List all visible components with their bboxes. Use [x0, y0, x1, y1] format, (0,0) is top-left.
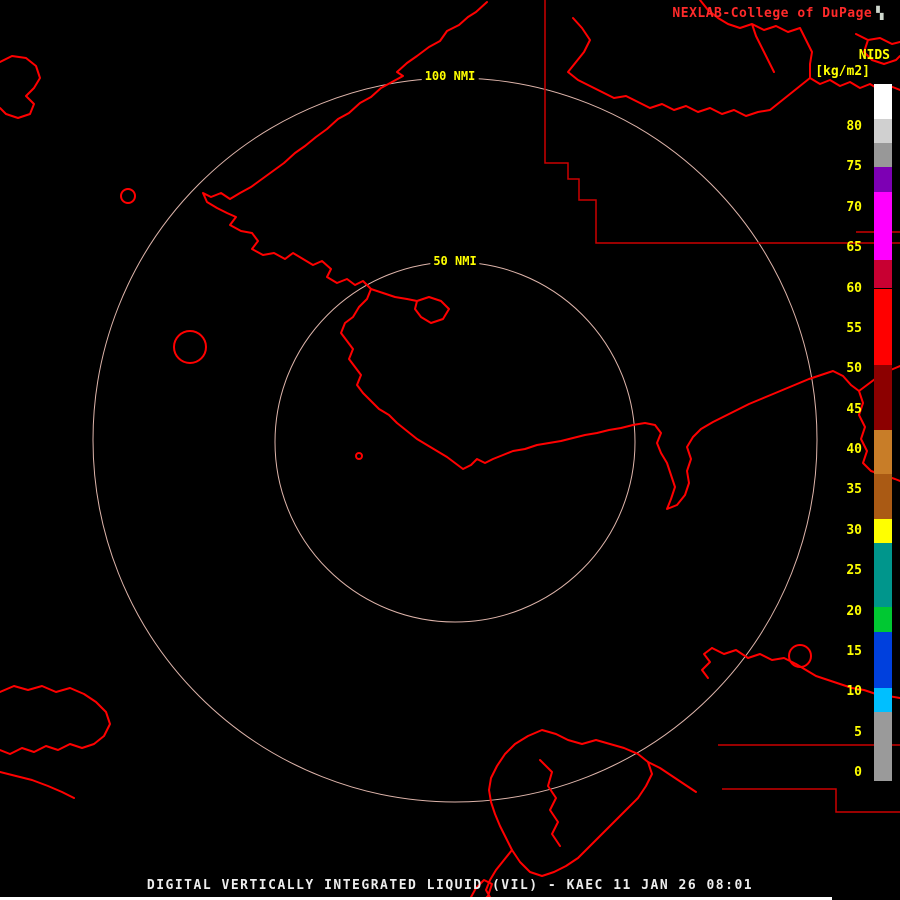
- coastlines: [0, 0, 900, 900]
- colorbar-segment: [874, 429, 892, 475]
- colorbar-segment: [874, 260, 892, 289]
- coastline-main: [202, 1, 900, 510]
- colorbar-tick-label: 25: [846, 563, 862, 579]
- colorbar-segment: [874, 631, 892, 689]
- colorbar-tick-label: 50: [846, 361, 862, 377]
- colorbar-segment: [874, 365, 892, 430]
- colorbar-tick-label: 20: [846, 603, 862, 619]
- colorbar-tick-label: 55: [846, 320, 862, 336]
- coastline-south-island: [488, 729, 653, 877]
- coastline-southwest-peninsula: [0, 685, 111, 755]
- colorbar-segment: [874, 542, 892, 608]
- colorbar-tick-label: 10: [846, 684, 862, 700]
- colorbar-segment: [874, 518, 892, 543]
- colorbar-tick-label: 5: [854, 724, 862, 740]
- island-dot-center: [355, 452, 363, 460]
- colorbar-tick-label: 0: [854, 765, 862, 780]
- coastline-south-east-line: [647, 761, 697, 793]
- colorbar-segment: [874, 607, 892, 632]
- colorbar-tick-label: 30: [846, 522, 862, 538]
- product-title: DIGITAL VERTICALLY INTEGRATED LIQUID (VI…: [146, 878, 754, 893]
- colorbar-tick-label: 60: [846, 280, 862, 296]
- coastline-inner-loop: [370, 288, 450, 324]
- range-ring-100nmi: [92, 77, 818, 803]
- outer-ring-label: 100 NMI: [421, 69, 479, 84]
- colorbar-tick-label: 45: [846, 401, 862, 417]
- colorbar-segment: [874, 712, 892, 782]
- island-ring-small: [120, 188, 136, 204]
- colorbar-title: NIDS: [858, 48, 890, 63]
- county-boundary: [722, 788, 900, 813]
- coastline-south-island-detail: [539, 759, 561, 847]
- colorbar-ticks: 80 75 70 65 60 55 50 45 40 35 30 25 20 15 10 5 0: [828, 0, 862, 900]
- inner-ring-label: 50 NMI: [430, 254, 480, 269]
- coastline-southwest-line: [0, 771, 75, 799]
- colorbar-tick-label: 75: [846, 159, 862, 175]
- colorbar-segment: [874, 118, 892, 144]
- colorbar-tick-label: 80: [846, 119, 862, 134]
- range-ring-50nmi: [274, 261, 636, 623]
- island-ring-east: [788, 644, 812, 668]
- colorbar-tick-label: 65: [846, 240, 862, 256]
- coastline-northwest-island: [0, 55, 41, 119]
- colorbar-segment: [874, 688, 892, 713]
- colorbar-segment: [874, 288, 892, 366]
- colorbar-tick-label: 70: [846, 199, 862, 215]
- nexlab-logo-icon: ▚: [876, 6, 884, 20]
- radar-viewport: 100 NMI 50 NMI NEXLAB-College of DuPage ▚…: [0, 0, 900, 900]
- colorbar-segment: [874, 191, 892, 261]
- colorbar-segment: [874, 143, 892, 168]
- coastline-east-zigzag: [701, 647, 713, 679]
- colorbar-tick-label: 15: [846, 643, 862, 659]
- range-rings: [92, 77, 818, 803]
- colorbar-tick-label: 40: [846, 442, 862, 457]
- colorbar-segment: [874, 167, 892, 192]
- radar-map: [0, 0, 900, 900]
- island-ring-west: [173, 330, 207, 364]
- colorbar-segment: [874, 474, 892, 519]
- coastline-east-middle: [711, 647, 900, 699]
- colorbar-tick-label: 35: [846, 482, 862, 498]
- colorbar-segment: [874, 84, 892, 119]
- colorbar-swatches: [874, 84, 892, 782]
